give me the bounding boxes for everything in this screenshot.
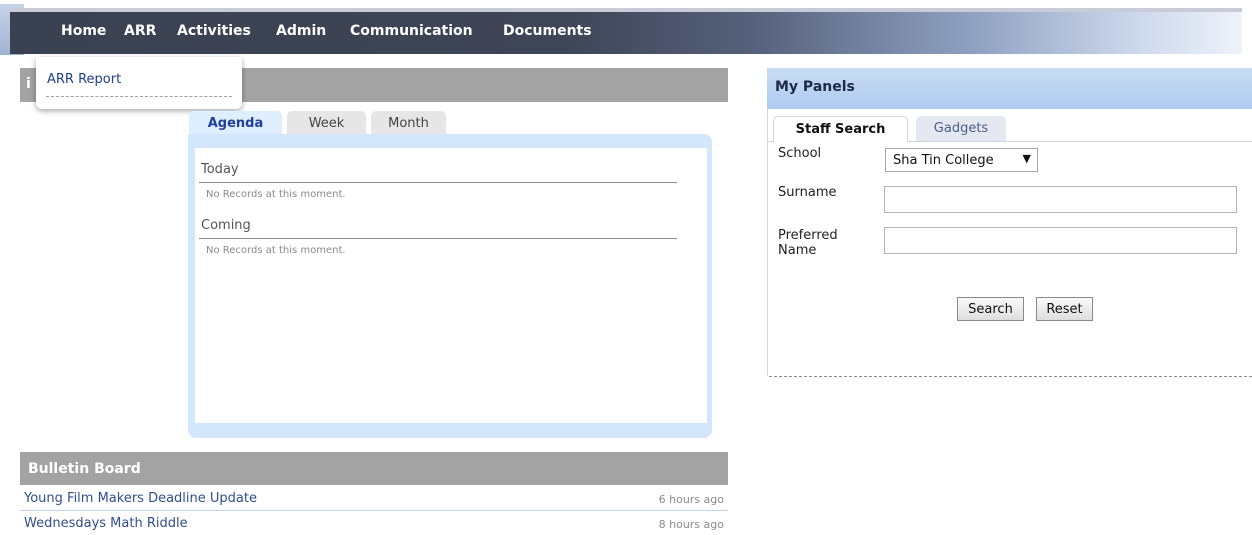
tab-staff-search[interactable]: Staff Search xyxy=(773,116,908,142)
preferred-name-label-line2: Name xyxy=(778,243,817,258)
nav-item-communication[interactable]: Communication xyxy=(350,23,473,39)
search-button[interactable]: Search xyxy=(957,297,1024,321)
nav-item-activities[interactable]: Activities xyxy=(177,23,251,39)
bulletin-item-time: 6 hours ago xyxy=(658,493,724,506)
preferred-name-input[interactable] xyxy=(884,227,1237,254)
menu-item-arr-report[interactable]: ARR Report xyxy=(47,72,121,87)
section-today-divider xyxy=(199,182,677,183)
bulletin-item-time: 8 hours ago xyxy=(658,518,724,531)
section-coming-divider xyxy=(199,238,677,239)
bulletin-item-link[interactable]: Young Film Makers Deadline Update xyxy=(24,491,257,506)
bulletin-item: Wednesdays Math Riddle 8 hours ago xyxy=(20,511,728,535)
section-coming-empty: No Records at this moment. xyxy=(206,245,346,256)
my-panels-title: My Panels xyxy=(775,79,855,95)
my-panels-body xyxy=(767,68,1252,376)
tab-week[interactable]: Week xyxy=(287,111,366,136)
nav-item-documents[interactable]: Documents xyxy=(503,23,592,39)
nav-item-home[interactable]: Home xyxy=(61,23,106,39)
nav-item-arr[interactable]: ARR xyxy=(124,23,156,39)
school-select-value: Sha Tin College xyxy=(893,153,994,168)
bulletin-board-title: Bulletin Board xyxy=(28,461,141,477)
section-today-title: Today xyxy=(201,162,239,177)
surname-input[interactable] xyxy=(884,186,1237,213)
tab-agenda[interactable]: Agenda xyxy=(189,111,282,136)
nav-item-admin[interactable]: Admin xyxy=(276,23,326,39)
school-select[interactable]: Sha Tin College ▼ xyxy=(885,148,1038,172)
section-coming-title: Coming xyxy=(201,218,251,233)
preferred-name-label-line1: Preferred xyxy=(778,228,838,243)
bulletin-item-link[interactable]: Wednesdays Math Riddle xyxy=(24,516,188,531)
surname-label: Surname xyxy=(778,185,837,200)
bulletin-board-header: Bulletin Board xyxy=(20,452,728,485)
bulletin-item: Young Film Makers Deadline Update 6 hour… xyxy=(20,486,728,510)
chevron-down-icon: ▼ xyxy=(1022,152,1031,165)
school-label: School xyxy=(778,146,822,161)
arr-dropdown-menu: ARR Report xyxy=(36,57,242,109)
reset-button[interactable]: Reset xyxy=(1036,297,1093,321)
menu-divider xyxy=(46,96,232,97)
panel-bottom-divider xyxy=(769,376,1252,377)
left-panel-title: i xyxy=(26,76,31,92)
my-panels-header: My Panels xyxy=(767,68,1252,109)
preferred-name-label: Preferred Name xyxy=(778,228,838,258)
tab-month[interactable]: Month xyxy=(371,111,446,136)
section-today-empty: No Records at this moment. xyxy=(206,189,346,200)
tab-gadgets[interactable]: Gadgets xyxy=(916,116,1006,141)
